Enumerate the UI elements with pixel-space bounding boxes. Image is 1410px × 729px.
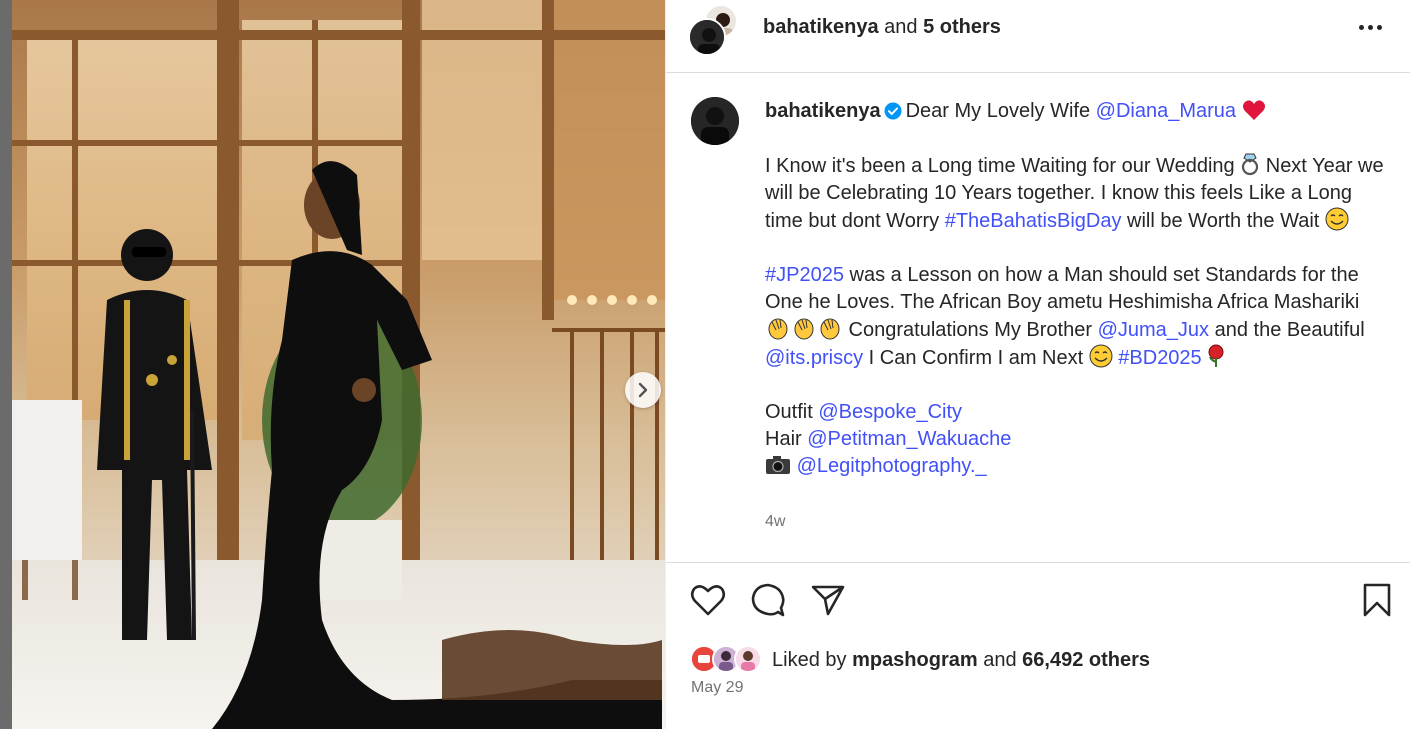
comment-icon <box>751 583 785 617</box>
smile-emoji <box>1325 207 1349 231</box>
header-others[interactable]: 5 others <box>923 16 1001 38</box>
mention-its-priscy[interactable]: @its.priscy <box>765 347 863 369</box>
verified-icon <box>884 102 902 120</box>
heart-icon <box>690 585 726 616</box>
clap-emojis <box>765 318 843 341</box>
liker-avatars[interactable] <box>690 643 766 675</box>
collab-avatars[interactable] <box>688 4 740 56</box>
caption-age[interactable]: 4w <box>765 513 785 531</box>
action-bar <box>666 580 1410 626</box>
bookmark-icon <box>1363 583 1391 617</box>
photo-illustration <box>12 0 665 729</box>
caption-hair-credit: Hair @Petitman_Wakuache <box>765 428 1012 450</box>
more-options-button[interactable] <box>1352 14 1388 40</box>
mention-bespoke-city[interactable]: @Bespoke_City <box>818 401 962 423</box>
caption-username[interactable]: bahatikenya <box>765 100 881 122</box>
chevron-right-icon <box>638 382 648 398</box>
comment-button[interactable] <box>748 580 788 620</box>
clap-emoji <box>820 318 840 340</box>
caption-body: bahatikenya Dear My Lovely Wife @Diana_Ma… <box>765 98 1385 480</box>
post-side-panel: bahatikenya and 5 others bahatikenya Dear… <box>665 0 1410 729</box>
share-icon <box>811 585 845 616</box>
mention-diana-marua[interactable]: @Diana_Marua <box>1096 100 1236 122</box>
collab-avatar-primary <box>688 18 726 56</box>
header-connector: and <box>878 16 924 38</box>
caption-line-1: bahatikenya Dear My Lovely Wife @Diana_Ma… <box>765 98 1385 125</box>
likes-summary: Liked by mpashogram and 66,492 others <box>690 643 1390 677</box>
caption-avatar[interactable] <box>691 97 739 145</box>
like-button[interactable] <box>688 580 728 620</box>
post-image[interactable] <box>12 0 665 729</box>
share-button[interactable] <box>808 580 848 620</box>
hashtag-bd2025[interactable]: #BD2025 <box>1118 347 1201 369</box>
post-header: bahatikenya and 5 others <box>666 0 1410 73</box>
mention-juma-jux[interactable]: @Juma_Jux <box>1098 319 1209 341</box>
more-icon <box>1358 24 1364 30</box>
clap-emoji <box>768 318 788 340</box>
hashtag-jp2025[interactable]: #JP2025 <box>765 264 844 286</box>
caption-paragraph-3: #JP2025 was a Lesson on how a Man should… <box>765 264 1365 369</box>
caption-outfit-credit: Outfit @Bespoke_City <box>765 401 963 423</box>
likes-text: Liked by mpashogram and 66,492 others <box>772 649 1150 671</box>
mention-legitphotography[interactable]: @Legitphotography._ <box>797 455 987 477</box>
red-heart-emoji <box>1242 100 1265 120</box>
header-username[interactable]: bahatikenya <box>763 16 879 38</box>
hashtag-thebahatisbigday[interactable]: #TheBahatisBigDay <box>945 210 1122 232</box>
mention-petitman-wakuache[interactable]: @Petitman_Wakuache <box>807 428 1011 450</box>
smile-emoji <box>1089 344 1113 368</box>
caption-photo-credit: @Legitphotography._ <box>765 453 1385 480</box>
post-date[interactable]: May 29 <box>691 679 743 697</box>
likes-count[interactable]: 66,492 others <box>1022 649 1150 671</box>
post-caption: bahatikenya Dear My Lovely Wife @Diana_Ma… <box>666 73 1410 563</box>
left-edge-strip <box>0 0 12 729</box>
save-button[interactable] <box>1357 580 1397 620</box>
liked-by-user[interactable]: mpashogram <box>852 649 978 671</box>
caption-paragraph-2: I Know it's been a Long time Waiting for… <box>765 152 1385 235</box>
ring-emoji <box>1242 153 1259 176</box>
header-owner-text: bahatikenya and 5 others <box>763 16 1001 39</box>
clap-emoji <box>794 318 814 340</box>
rose-emoji <box>1208 344 1224 367</box>
camera-emoji <box>766 456 790 474</box>
liker-avatar-3 <box>734 645 762 673</box>
next-image-button[interactable] <box>625 372 661 408</box>
